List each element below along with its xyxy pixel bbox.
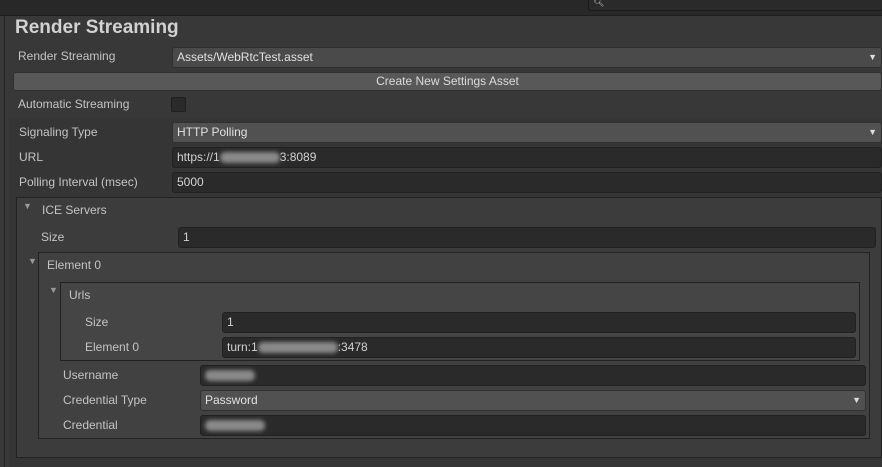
- render-streaming-field[interactable]: Assets/WebRtcTest.asset ▼: [172, 47, 882, 68]
- credential-input[interactable]: [200, 415, 866, 436]
- search-icon: 🔍︎: [593, 0, 605, 7]
- credential-type-label: Credential Type: [63, 393, 147, 407]
- automatic-streaming-checkbox[interactable]: [171, 97, 186, 112]
- credential-type-dropdown[interactable]: Password ▼: [200, 390, 866, 411]
- render-streaming-label: Render Streaming: [18, 49, 116, 63]
- signaling-type-dropdown[interactable]: HTTP Polling ▼: [172, 122, 882, 143]
- foldout-triangle-icon[interactable]: ▼: [23, 201, 32, 211]
- urls-size-input[interactable]: 1: [222, 312, 856, 333]
- username-label: Username: [63, 368, 119, 382]
- signaling-type-value: HTTP Polling: [177, 125, 248, 139]
- divider: [4, 16, 5, 467]
- urls-element0-input[interactable]: turn:1 :3478: [222, 337, 856, 358]
- search-field[interactable]: 🔍︎: [588, 0, 882, 11]
- urls-label[interactable]: Urls: [69, 288, 90, 302]
- credential-label: Credential: [63, 418, 118, 432]
- dropdown-arrow-icon: ▼: [852, 395, 861, 405]
- create-settings-asset-button[interactable]: Create New Settings Asset: [13, 72, 882, 91]
- redacted: [219, 152, 280, 164]
- page-title: Render Streaming: [15, 17, 179, 38]
- automatic-streaming-label: Automatic Streaming: [18, 97, 130, 111]
- element0-label[interactable]: Element 0: [47, 258, 101, 272]
- urls-size-label: Size: [85, 315, 109, 329]
- redacted: [257, 342, 338, 354]
- url-input[interactable]: https://1 3:8089: [172, 147, 882, 168]
- ice-size-input[interactable]: 1: [178, 227, 876, 248]
- signaling-type-label: Signaling Type: [19, 125, 98, 139]
- foldout-triangle-icon[interactable]: ▼: [28, 256, 37, 266]
- foldout-triangle-icon[interactable]: ▼: [49, 285, 58, 295]
- ice-servers-label[interactable]: ICE Servers: [42, 203, 107, 217]
- ice-size-label: Size: [41, 230, 65, 244]
- redacted: [205, 420, 265, 432]
- url-suffix: 3:8089: [279, 150, 317, 164]
- turn-suffix: :3478: [337, 340, 368, 354]
- polling-interval-label: Polling Interval (msec): [19, 175, 138, 189]
- url-label: URL: [19, 150, 44, 164]
- username-input[interactable]: [200, 365, 866, 386]
- redacted: [205, 370, 255, 382]
- dropdown-arrow-icon: ▼: [868, 127, 877, 137]
- urls-element0-label: Element 0: [85, 340, 140, 354]
- render-streaming-value: Assets/WebRtcTest.asset: [177, 50, 313, 64]
- url-prefix: https://1: [177, 150, 220, 164]
- polling-interval-input[interactable]: 5000: [172, 172, 882, 193]
- turn-prefix: turn:1: [227, 340, 258, 354]
- dropdown-arrow-icon: ▼: [868, 52, 877, 62]
- credential-type-value: Password: [205, 393, 258, 407]
